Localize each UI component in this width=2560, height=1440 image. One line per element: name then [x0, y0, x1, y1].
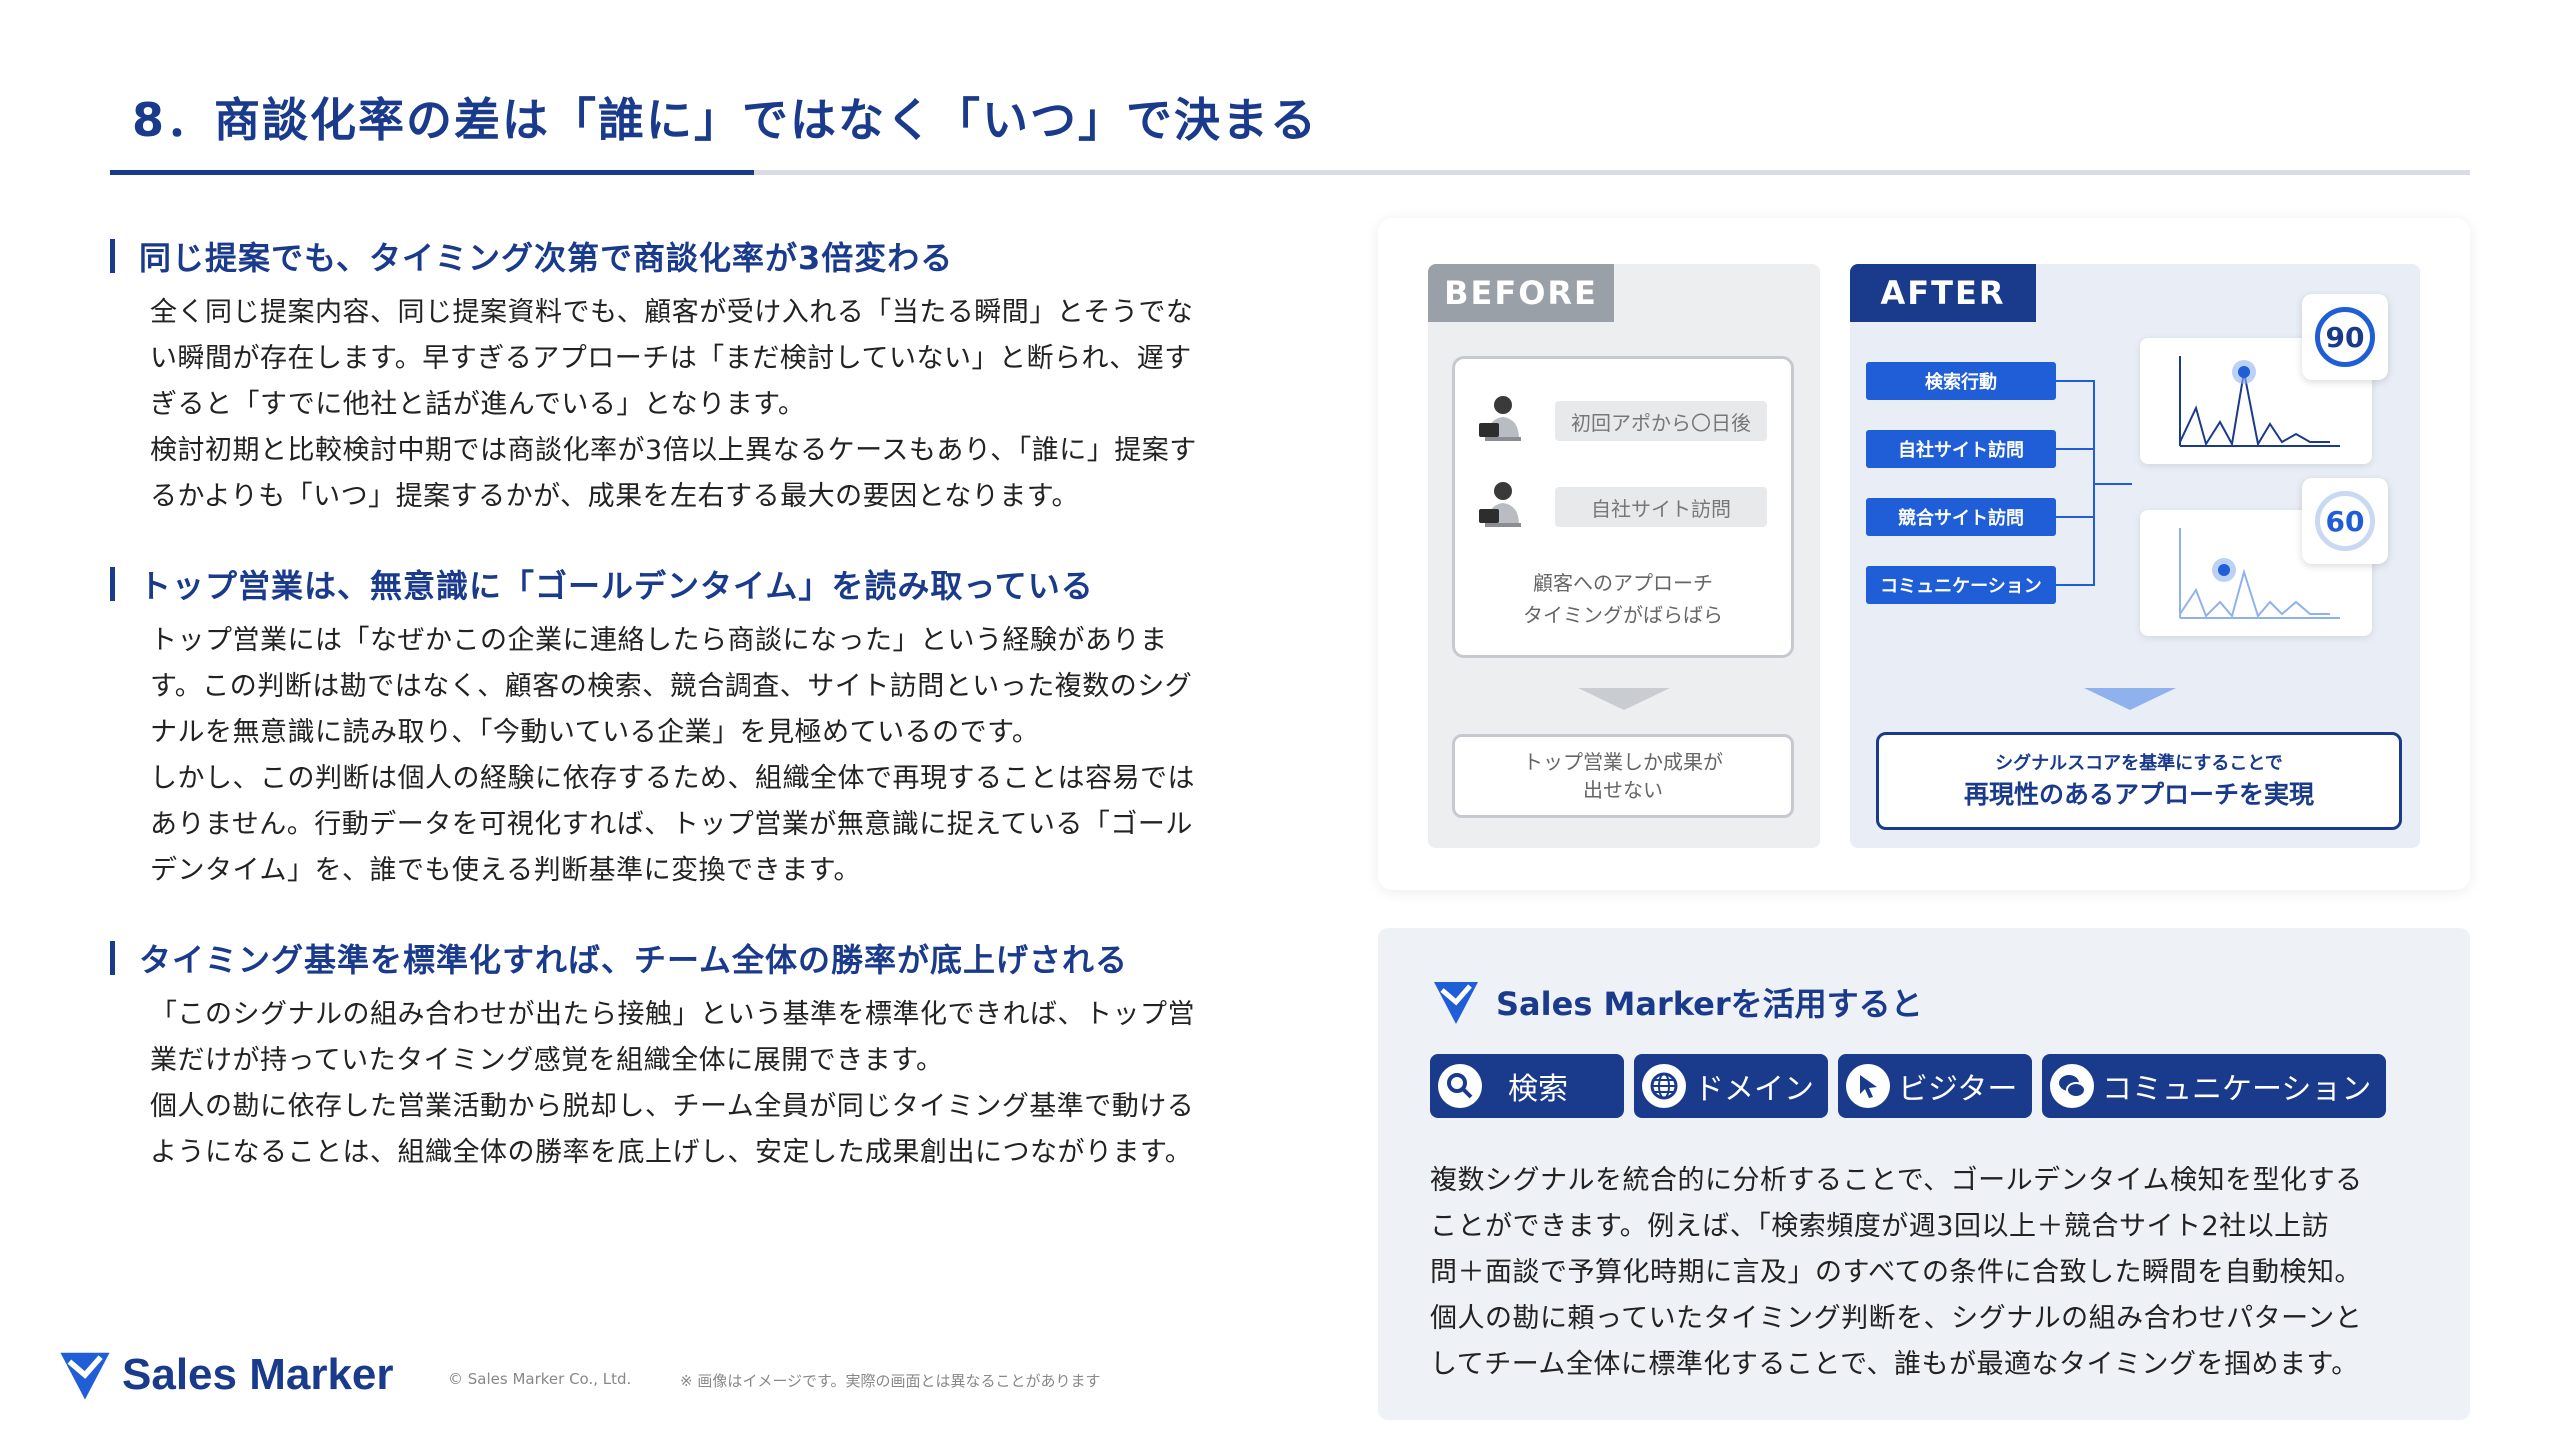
section-timing: 同じ提案でも、タイミング次第で商談化率が3倍変わる 全く同じ提案内容、同じ提案資… — [110, 234, 1290, 520]
paragraph-line: デンタイム」を、誰でも使える判断基準に変換できます。 — [150, 855, 861, 886]
paragraph-line: 個人の勘に頼っていたタイミング判断を、シグナルの組み合わせパターンと — [1430, 1303, 2363, 1334]
paragraph-line: しかし、この判断は個人の経験に依存するため、組織全体で再現することは容易では — [150, 763, 1195, 794]
search-icon — [1438, 1064, 1482, 1108]
after-panel: AFTER 検索行動 自社サイト訪問 競合サイト訪問 コミュニケーション 90 — [1850, 264, 2420, 848]
paragraph-line: ありません。行動データを可視化すれば、トップ営業が無意識に捉えている「ゴール — [150, 809, 1193, 840]
signal-chip: 自社サイト訪問 — [1866, 430, 2056, 468]
connector-line — [2094, 483, 2132, 485]
signal-button-label: コミュニケーション — [2102, 1072, 2372, 1107]
signal-button-communication[interactable]: コミュニケーション — [2042, 1054, 2386, 1118]
paragraph-line: い瞬間が存在します。早すぎるアプローチは「まだ検討していない」と断られ、遅す — [150, 343, 1192, 374]
paragraph-line: 問＋面談で予算化時期に言及」のすべての条件に合致した瞬間を自動検知。 — [1430, 1257, 2363, 1288]
paragraph-line: るかよりも「いつ」提案するかが、成果を左右する最大の要因となります。 — [150, 481, 1080, 512]
salesperson-icon — [1479, 482, 1521, 527]
result-line: トップ営業しか成果が — [1523, 750, 1723, 774]
section-golden-time: トップ営業は、無意識に「ゴールデンタイム」を読み取っている トップ営業には「なぜ… — [110, 562, 1290, 894]
disclaimer-text: ※ 画像はイメージです。実際の画面とは異なることがあります — [680, 1372, 1101, 1390]
result-line: 出せない — [1583, 778, 1663, 802]
paragraph-line: 業だけが持っていたタイミング感覚を組織全体に展開できます。 — [150, 1045, 944, 1076]
section-body: 全く同じ提案内容、同じ提案資料でも、顧客が受け入れる「当たる瞬間」とそうでな い… — [150, 290, 1290, 520]
connector-line — [2056, 584, 2094, 586]
paragraph-line: トップ営業には「なぜかこの企業に連絡したら商談になった」という経験がありま — [150, 625, 1168, 656]
sales-marker-heading: Sales Markerを活用すると — [1430, 976, 1923, 1028]
signal-button-label: ビジター — [1898, 1072, 2018, 1107]
connector-line — [2056, 448, 2094, 450]
result-subtitle: シグナルスコアを基準にすることで — [1995, 753, 2283, 774]
paragraph-line: ようになることは、組織全体の勝率を底上げし、安定した成果創出につながります。 — [150, 1137, 1193, 1168]
paragraph-line: ナルを無意識に読み取り、「今動いている企業」を見極めているのです。 — [150, 717, 1040, 748]
down-arrow-icon — [2084, 688, 2176, 710]
signal-button-visitor[interactable]: ビジター — [1838, 1054, 2032, 1118]
caption-line: 顧客へのアプローチ — [1533, 571, 1713, 595]
salesperson-icon — [1479, 396, 1521, 441]
section-heading: 同じ提案でも、タイミング次第で商談化率が3倍変わる — [139, 239, 954, 277]
before-caption: 顧客へのアプローチ タイミングがばらばら — [1455, 567, 1791, 631]
signal-chip: 競合サイト訪問 — [1866, 498, 2056, 536]
signal-button-label: 検索 — [1508, 1072, 1568, 1107]
sales-marker-logo-icon — [60, 1352, 110, 1400]
paragraph-line: す。この判断は勘ではなく、顧客の検索、競合調査、サイト訪問といった複数のシグ — [150, 671, 1193, 702]
signal-chip: コミュニケーション — [1866, 566, 2056, 604]
chat-icon — [2050, 1064, 2094, 1108]
cursor-icon — [1846, 1064, 1890, 1108]
before-tag: BEFORE — [1428, 264, 1614, 322]
sales-marker-description: 複数シグナルを統合的に分析することで、ゴールデンタイム検知を型化する ことができ… — [1430, 1158, 2440, 1388]
sales-marker-logo-icon — [1434, 982, 1478, 1024]
before-panel: BEFORE 初回アポから〇日後 自社サイト訪問 顧客へのアプローチ タイミング… — [1428, 264, 1820, 848]
down-arrow-icon — [1578, 688, 1670, 710]
signal-button-label: ドメイン — [1694, 1072, 1814, 1107]
title-divider-accent — [110, 170, 754, 175]
connector-line — [2056, 380, 2094, 382]
score-value: 60 — [2315, 491, 2375, 551]
section-body: トップ営業には「なぜかこの企業に連絡したら商談になった」という経験がありま す。… — [150, 618, 1290, 894]
paragraph-line: 検討初期と比較検討中期では商談化率が3倍以上異なるケースもあり、「誰に」提案す — [150, 435, 1197, 466]
section-marker — [110, 567, 115, 601]
score-badge-high: 90 — [2302, 294, 2388, 380]
score-value: 90 — [2315, 307, 2375, 367]
after-result-box: シグナルスコアを基準にすることで 再現性のあるアプローチを実現 — [1876, 732, 2402, 830]
section-marker — [110, 941, 115, 975]
logo-text: Sales Marker — [122, 1350, 394, 1399]
section-standardize: タイミング基準を標準化すれば、チーム全体の勝率が底上げされる 「このシグナルの組… — [110, 936, 1290, 1176]
section-heading: トップ営業は、無意識に「ゴールデンタイム」を読み取っている — [139, 567, 1094, 605]
sales-marker-logo: Sales Marker — [56, 1346, 394, 1404]
paragraph-line: ことができます。例えば、「検索頻度が週3回以上＋競合サイト2社以上訪 — [1430, 1211, 2330, 1242]
before-after-illustration: BEFORE 初回アポから〇日後 自社サイト訪問 顧客へのアプローチ タイミング… — [1378, 218, 2470, 890]
signal-button-search[interactable]: 検索 — [1430, 1054, 1624, 1118]
before-scenario-box: 初回アポから〇日後 自社サイト訪問 顧客へのアプローチ タイミングがばらばら — [1452, 356, 1794, 658]
paragraph-line: 「このシグナルの組み合わせが出たら接触」という基準を標準化できれば、トップ営 — [150, 999, 1195, 1030]
sales-marker-heading-text: Sales Markerを活用すると — [1496, 985, 1923, 1023]
caption-line: タイミングがばらばら — [1523, 603, 1723, 627]
paragraph-line: 全く同じ提案内容、同じ提案資料でも、顧客が受け入れる「当たる瞬間」とそうでな — [150, 297, 1194, 328]
score-badge-low: 60 — [2302, 478, 2388, 564]
paragraph-line: 個人の勘に依存した営業活動から脱却し、チーム全員が同じタイミング基準で動ける — [150, 1091, 1195, 1122]
signal-chip: 検索行動 — [1866, 362, 2056, 400]
timing-chip: 自社サイト訪問 — [1555, 487, 1767, 527]
page-title: 8．商談化率の差は「誰に」ではなく「いつ」で決まる — [132, 93, 1319, 147]
section-body: 「このシグナルの組み合わせが出たら接触」という基準を標準化できれば、トップ営 業… — [150, 992, 1290, 1176]
globe-icon — [1642, 1064, 1686, 1108]
copyright-text: © Sales Marker Co., Ltd. — [448, 1370, 632, 1388]
result-title: 再現性のあるアプローチを実現 — [1963, 780, 2314, 809]
after-tag: AFTER — [1850, 264, 2036, 322]
sales-marker-panel: Sales Markerを活用すると 検索 ドメイン ビジター コミュニケーショ… — [1378, 928, 2470, 1420]
paragraph-line: 複数シグナルを統合的に分析することで、ゴールデンタイム検知を型化する — [1430, 1165, 2363, 1196]
before-result-box: トップ営業しか成果が 出せない — [1452, 734, 1794, 818]
paragraph-line: ぎると「すでに他社と話が進んでいる」となります。 — [150, 389, 806, 420]
timing-chip: 初回アポから〇日後 — [1555, 401, 1767, 441]
signal-button-domain[interactable]: ドメイン — [1634, 1054, 1828, 1118]
paragraph-line: してチーム全体に標準化することで、誰もが最適なタイミングを掴めます。 — [1430, 1349, 2359, 1380]
section-heading: タイミング基準を標準化すれば、チーム全体の勝率が底上げされる — [139, 941, 1129, 979]
section-marker — [110, 239, 115, 273]
connector-line — [2056, 516, 2094, 518]
